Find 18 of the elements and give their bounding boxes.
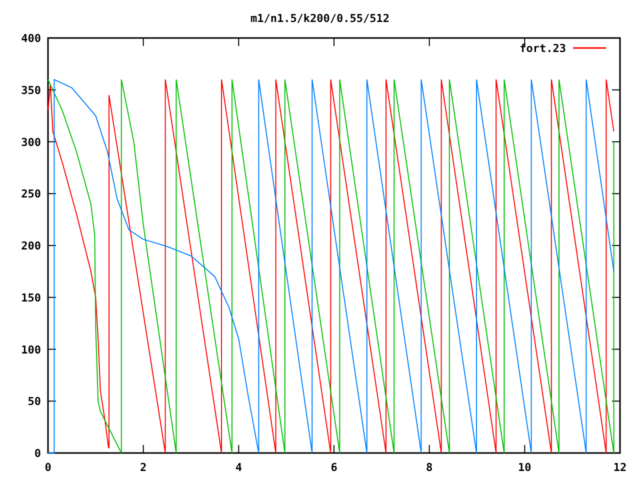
x-tick-label: 12 [613, 461, 627, 474]
x-tick-label: 4 [235, 461, 242, 474]
x-tick-label: 8 [426, 461, 433, 474]
x-tick-label: 6 [330, 461, 338, 474]
y-tick-label: 50 [28, 395, 41, 408]
y-tick-label: 100 [21, 343, 41, 356]
y-tick-label: 0 [34, 447, 41, 460]
chart-title: m1/n1.5/k200/0.55/512 [250, 12, 390, 25]
y-tick-label: 300 [21, 136, 41, 149]
y-tick-label: 400 [21, 32, 41, 45]
y-tick-label: 350 [21, 84, 41, 97]
y-tick-label: 250 [21, 188, 41, 201]
x-tick-label: 10 [518, 461, 532, 474]
y-tick-label: 150 [21, 291, 41, 304]
x-tick-label: 2 [140, 461, 147, 474]
legend-label: fort.23 [520, 42, 566, 55]
x-tick-label: 0 [44, 461, 52, 474]
y-tick-label: 200 [21, 240, 41, 252]
